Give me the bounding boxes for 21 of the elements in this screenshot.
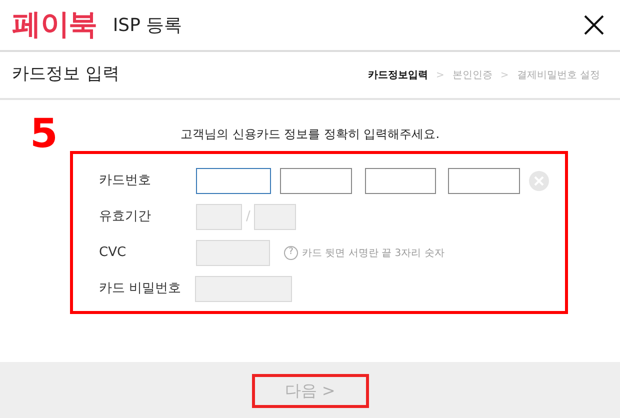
logo: 페이북	[12, 6, 97, 44]
step-label: 카드정보입력	[368, 68, 428, 82]
section-title: 카드정보 입력	[12, 63, 120, 86]
annotation-number: 5	[30, 114, 58, 154]
input-field[interactable]	[448, 168, 520, 194]
step-label: 본인인증	[452, 68, 492, 82]
field-label: CVC	[99, 244, 128, 262]
chevron-separator: >	[436, 68, 444, 82]
hint-text: 카드 뒷면 서명란 끝 3자리 숫자	[302, 246, 444, 260]
field-label: 유효기간	[99, 208, 152, 226]
window-title: ISP 등록	[112, 14, 182, 38]
step-label: 결제비밀번호 설정	[516, 68, 600, 82]
input-field[interactable]	[365, 168, 436, 194]
slash-separator: /	[246, 208, 250, 226]
instruction-text: 고객님의 신용카드 정보를 정확히 입력해주세요.	[180, 126, 440, 142]
field-label: 카드 비밀번호	[99, 280, 182, 298]
chevron-separator: >	[500, 68, 509, 82]
input-field[interactable]	[196, 168, 271, 194]
close-icon[interactable]	[584, 15, 604, 35]
input-field[interactable]	[280, 168, 352, 194]
field-label: 카드번호	[99, 172, 152, 190]
